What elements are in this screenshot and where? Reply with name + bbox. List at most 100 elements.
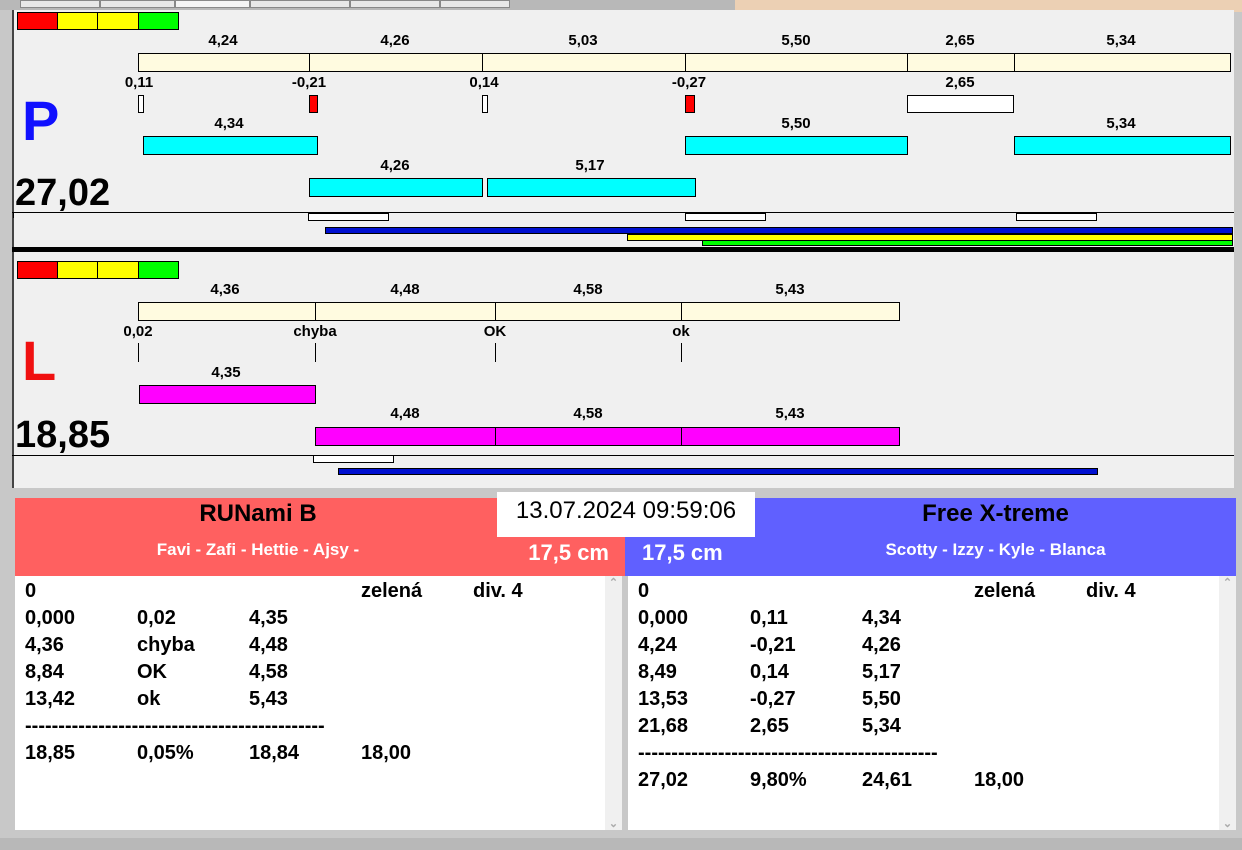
result-cell: 5,50 [862, 688, 901, 710]
segment-bar [681, 302, 900, 321]
tab[interactable] [440, 0, 510, 8]
timeline [12, 455, 1234, 456]
diff-label: 0,11 [124, 74, 154, 91]
diff-label: -0,27 [671, 74, 707, 91]
timeline-marker [685, 213, 766, 221]
result-cell: 0,11 [750, 607, 788, 629]
result-cell: ----------------------------------------… [25, 715, 325, 737]
segment-label: 4,58 [573, 281, 603, 298]
result-cell: 21,68 [638, 715, 689, 737]
result-cell: 0,05% [137, 742, 194, 764]
result-cell: div. 4 [1086, 580, 1136, 602]
lap-bar [685, 136, 908, 155]
status-green [138, 261, 179, 279]
segment-bar [138, 53, 310, 72]
tab[interactable] [100, 0, 175, 8]
right-results: ⌃ ⌄ 0 zelená div. 4 0,000 0,11 4,34 4,24 -0,21 4,… [628, 576, 1236, 830]
track-distance: 17,5 cm [642, 540, 723, 565]
result-cell: -0,21 [750, 634, 796, 656]
tab[interactable] [20, 0, 100, 8]
result-cell: 4,26 [862, 634, 901, 656]
result-cell: 13,42 [25, 688, 76, 710]
result-cell: 18,00 [974, 769, 1025, 791]
result-cell: 0,000 [25, 607, 76, 629]
result-cell: ----------------------------------------… [638, 742, 938, 764]
result-cell: -0,27 [750, 688, 796, 710]
lap-bar [487, 178, 696, 197]
result-row: 27,02 9,80% 24,61 18,00 [638, 769, 1228, 796]
lap-bar [143, 136, 318, 155]
result-cell: 9,80% [750, 769, 807, 791]
lap-label: 4,35 [211, 364, 241, 381]
mark-label: 0,02 [123, 323, 153, 340]
side-letter: P [22, 89, 60, 152]
segment-label: 4,36 [210, 281, 240, 298]
tab[interactable] [175, 0, 250, 8]
result-cell: 4,35 [249, 607, 288, 629]
timeline-marker [1016, 213, 1097, 221]
result-cell: 4,58 [249, 661, 288, 683]
result-cell: 4,48 [249, 634, 288, 656]
status-red [17, 12, 58, 30]
tab-strip [0, 0, 1242, 12]
lap-bar [495, 427, 682, 446]
result-cell: 5,17 [862, 661, 901, 683]
result-cell: zelená [361, 580, 423, 602]
team-name: RUNami B [199, 500, 317, 527]
timeline-marker [308, 213, 389, 221]
mark-label: OK [483, 323, 507, 340]
team-members: Favi - Zafi - Hettie - Ajsy - [156, 540, 360, 559]
result-cell: 5,34 [862, 715, 901, 737]
segment-label: 5,43 [775, 281, 805, 298]
total-time: 18,85 [15, 414, 111, 456]
result-cell: 4,24 [638, 634, 677, 656]
result-cell: div. 4 [473, 580, 523, 602]
segment-bar [907, 53, 1015, 72]
team-name: Free X-treme [922, 500, 1069, 527]
result-row: ----------------------------------------… [25, 715, 615, 742]
lap-bar [139, 385, 316, 404]
segment-bar [495, 302, 682, 321]
result-cell: zelená [974, 580, 1036, 602]
result-cell: 18,85 [25, 742, 76, 764]
result-row: 0 zelená div. 4 [638, 580, 1228, 607]
status-bar [0, 838, 1242, 850]
mark-tick [315, 343, 316, 362]
segment-label: 5,34 [1106, 32, 1136, 49]
segment-label: 4,24 [208, 32, 238, 49]
status-yellow [97, 261, 139, 279]
timeline-tick [13, 212, 14, 218]
progress-blue [338, 468, 1098, 475]
result-cell: 8,49 [638, 661, 677, 683]
segment-bar [315, 302, 496, 321]
lane-l-panel [12, 252, 1234, 488]
status-yellow [57, 12, 98, 30]
result-cell: 18,00 [361, 742, 412, 764]
segment-bar [138, 302, 316, 321]
result-cell: 4,34 [862, 607, 901, 629]
track-distance: 17,5 cm [528, 540, 609, 565]
result-cell: chyba [137, 634, 195, 656]
progress-green [702, 240, 1233, 246]
mark-tick [681, 343, 682, 362]
diff-marker [685, 95, 695, 113]
segment-label: 2,65 [945, 32, 975, 49]
result-row: 18,85 0,05% 18,84 18,00 [25, 742, 615, 769]
lap-label: 4,34 [214, 115, 244, 132]
progress-blue [325, 227, 1233, 234]
segment-label: 5,03 [568, 32, 598, 49]
result-row: ----------------------------------------… [638, 742, 1228, 769]
result-cell: 0,02 [137, 607, 176, 629]
result-row: 21,68 2,65 5,34 [638, 715, 1228, 742]
result-cell: 5,43 [249, 688, 288, 710]
mark-tick [495, 343, 496, 362]
result-cell: ok [137, 688, 161, 710]
tab[interactable] [250, 0, 350, 8]
result-row: 0 zelená div. 4 [25, 580, 615, 607]
result-row: 4,24 -0,21 4,26 [638, 634, 1228, 661]
result-row: 0,000 0,11 4,34 [638, 607, 1228, 634]
tab[interactable] [350, 0, 440, 8]
datetime: 13.07.2024 09:59:06 [497, 492, 755, 537]
diff-label: 0,14 [469, 74, 499, 91]
diff-label: 2,65 [945, 74, 975, 91]
